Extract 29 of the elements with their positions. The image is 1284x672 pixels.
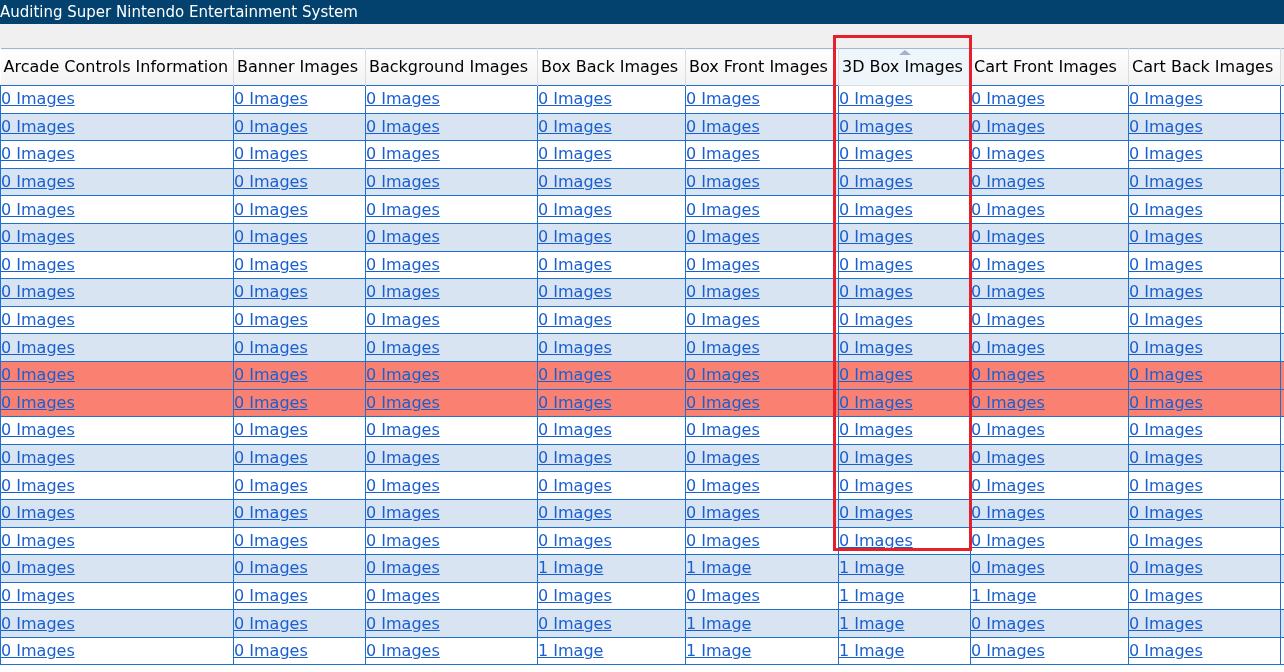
table-row[interactable]: 0 Images 0 Images 0 Images 0 Images 0 Images 0 Images 0 Images 0 Images [0, 251, 1284, 279]
table-row[interactable]: 0 Images 0 Images 0 Images 0 Images 1 Image 1 Image 0 Images 0 Images [0, 609, 1284, 638]
column-header[interactable]: Banner Images [233, 48, 366, 86]
table-row[interactable]: 0 Images 0 Images 0 Images 0 Images 0 Images 0 Images 0 Images 0 Images [0, 278, 1284, 307]
table-row[interactable]: 0 Images 0 Images 0 Images 0 Images 0 Images 0 Images 0 Images 0 Images [0, 444, 1284, 472]
table-row[interactable]: 0 Images 0 Images 0 Images 1 Image 1 Image 1 Image 0 Images 0 Images [0, 554, 1284, 583]
table-row[interactable]: 0 Images 0 Images 0 Images 0 Images 0 Images 0 Images 0 Images 0 Images [0, 471, 1284, 500]
table-row[interactable]: 0 Images 0 Images 0 Images 0 Images 0 Images 0 Images 0 Images 0 Images [0, 416, 1284, 445]
column-header[interactable]: Box Back Images [537, 48, 686, 86]
column-header[interactable]: Box Front Images [685, 48, 839, 86]
table-row[interactable]: 0 Images 0 Images 0 Images 0 Images 0 Images 0 Images 0 Images 0 Images [0, 168, 1284, 196]
window-title: Auditing Super Nintendo Entertainment System [0, 4, 358, 20]
table-row[interactable]: 0 Images 0 Images 0 Images 0 Images 0 Images 0 Images 0 Images 0 Images [0, 306, 1284, 334]
table-row[interactable]: 0 Images 0 Images 0 Images 0 Images 0 Images 0 Images 0 Images 0 Images [0, 195, 1284, 224]
table-row[interactable]: 0 Images 0 Images 0 Images 0 Images 0 Images 0 Images 0 Images 0 Images [0, 140, 1284, 169]
column-header[interactable]: 3D Box Images [838, 48, 971, 86]
column-header[interactable]: Background Images [365, 48, 538, 86]
table-row[interactable]: 0 Images 0 Images 0 Images 0 Images 0 Images 0 Images 0 Images 0 Images [0, 499, 1284, 527]
sort-ascending-icon [899, 50, 911, 55]
table-row[interactable]: 0 Images 0 Images 0 Images 0 Images 0 Images 0 Images 0 Images 0 Images [0, 223, 1284, 252]
column-header[interactable]: Cart Front Images [970, 48, 1129, 86]
table-row[interactable]: 0 Images 0 Images 0 Images 0 Images 0 Images 0 Images 0 Images 0 Images [0, 85, 1284, 114]
column-header[interactable]: Cart Back Images [1128, 48, 1281, 86]
table-row[interactable]: 0 Images 0 Images 0 Images 1 Image 1 Image 1 Image 0 Images 0 Images [0, 637, 1284, 665]
table-row[interactable]: 0 Images 0 Images 0 Images 0 Images 0 Images 0 Images 0 Images 0 Images [0, 333, 1284, 362]
table-row[interactable]: 0 Images 0 Images 0 Images 0 Images 0 Images 1 Image 1 Image 0 Images [0, 582, 1284, 610]
table-row[interactable]: 0 Images 0 Images 0 Images 0 Images 0 Images 0 Images 0 Images 0 Images [0, 527, 1284, 555]
table-row[interactable]: 0 Images 0 Images 0 Images 0 Images 0 Images 0 Images 0 Images 0 Images [0, 113, 1284, 141]
column-header[interactable]: Arcade Controls Information [0, 48, 234, 86]
